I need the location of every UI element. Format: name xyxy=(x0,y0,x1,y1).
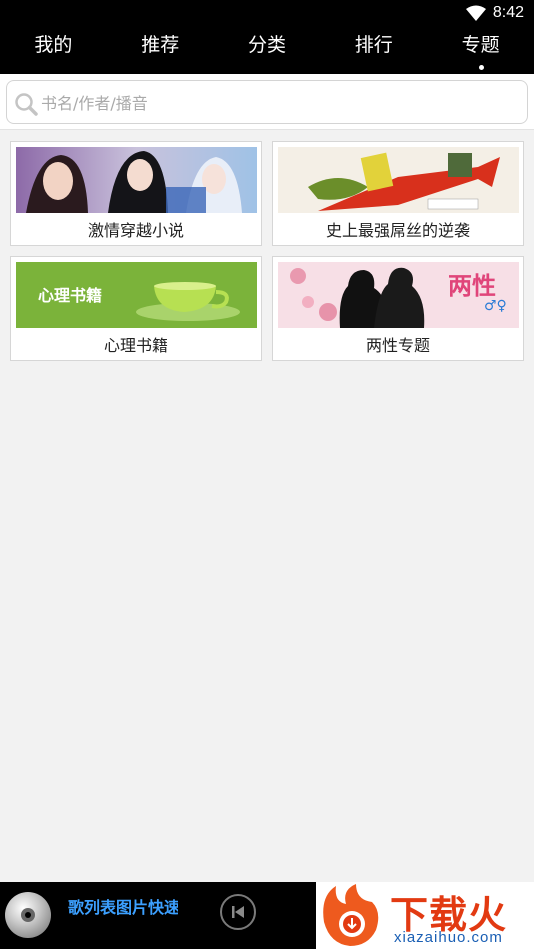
topic-thumbnail xyxy=(16,147,257,213)
tab-topics[interactable]: 专题 xyxy=(427,28,534,74)
tab-category[interactable]: 分类 xyxy=(214,28,321,74)
mini-player: 歌列表图片快速 下载火 xiazaihuo.com xyxy=(0,882,534,949)
tab-mine[interactable]: 我的 xyxy=(0,28,107,74)
now-playing-text: 歌列表图片快速 xyxy=(68,898,178,917)
watermark-url: xiazaihuo.com xyxy=(394,929,503,946)
skip-previous-icon xyxy=(232,906,244,918)
topic-title: 心理书籍 xyxy=(103,336,168,355)
topic-card-time-travel[interactable]: 激情穿越小说 xyxy=(10,141,262,246)
topic-thumbnail xyxy=(278,147,519,213)
status-bar: 8:42 xyxy=(0,0,534,28)
tab-recommend[interactable]: 推荐 xyxy=(107,28,214,74)
search-box[interactable] xyxy=(6,80,528,124)
topic-image-text: 两性 xyxy=(448,272,496,300)
watermark: 下载火 xiazaihuo.com xyxy=(316,882,534,949)
topic-thumbnail: 心理书籍 xyxy=(16,262,257,328)
top-nav: 我的 推荐 分类 排行 专题 xyxy=(0,28,534,74)
flame-logo-icon xyxy=(323,884,379,946)
wifi-icon xyxy=(466,5,486,21)
topic-title: 史上最强屌丝的逆袭 xyxy=(325,221,470,240)
topic-card-underdog[interactable]: 史上最强屌丝的逆袭 xyxy=(272,141,524,246)
search-icon xyxy=(15,93,38,116)
search-area xyxy=(0,74,534,130)
tab-ranking[interactable]: 排行 xyxy=(320,28,427,74)
topic-card-psychology[interactable]: 心理书籍 心理书籍 xyxy=(10,256,262,361)
topic-card-relationships[interactable]: ♂♀ 两性 两性专题 xyxy=(272,256,524,361)
topic-thumbnail: ♂♀ 两性 xyxy=(278,262,519,328)
previous-track-button[interactable] xyxy=(220,894,256,930)
active-tab-indicator xyxy=(478,65,484,70)
search-input[interactable] xyxy=(41,89,511,117)
disc-icon[interactable] xyxy=(4,891,52,939)
status-time: 8:42 xyxy=(492,4,524,21)
topic-title: 激情穿越小说 xyxy=(87,221,184,240)
topic-title: 两性专题 xyxy=(365,336,430,355)
